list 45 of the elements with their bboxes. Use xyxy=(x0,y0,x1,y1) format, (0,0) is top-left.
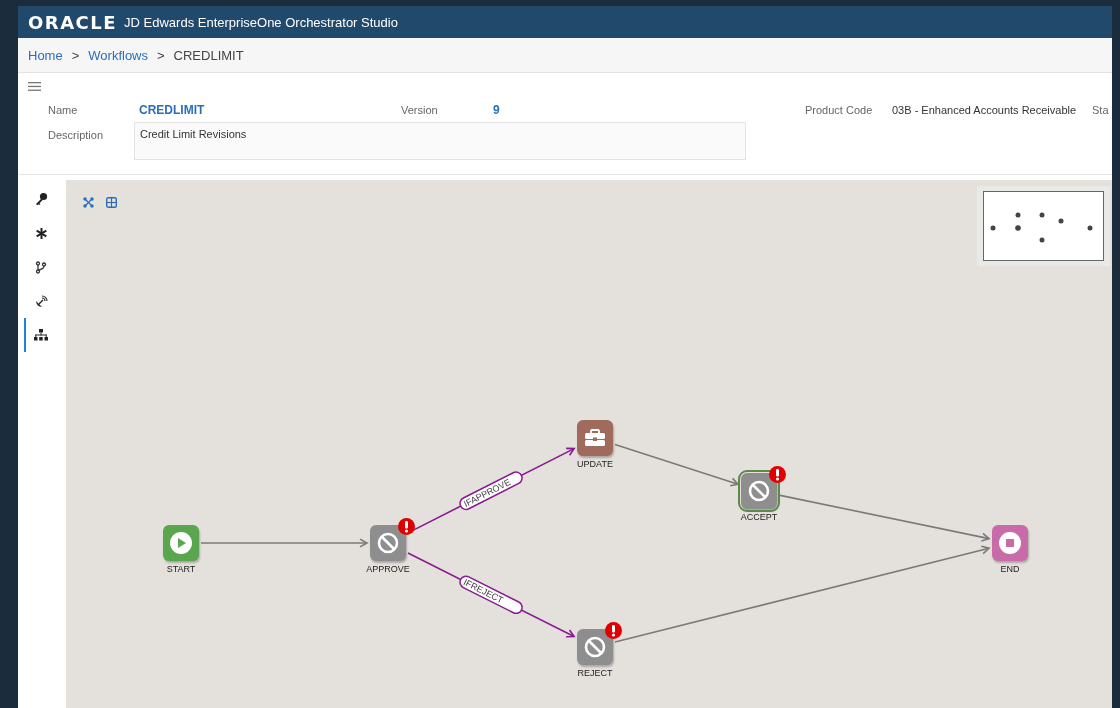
field-label: Product Code xyxy=(805,104,874,116)
breadcrumb-link[interactable]: Workflows xyxy=(88,47,148,63)
key-icon xyxy=(34,192,48,206)
name-value: CREDLIMIT xyxy=(139,103,206,117)
stop-icon xyxy=(999,532,1021,554)
node-label: START xyxy=(165,564,197,574)
field-label: Sta xyxy=(1092,104,1109,116)
hierarchy-icon xyxy=(34,329,48,341)
breadcrumb-link[interactable]: Home xyxy=(28,47,63,63)
node-label: REJECT xyxy=(576,668,614,678)
workflow-node[interactable] xyxy=(577,420,613,456)
asterisk-icon xyxy=(34,226,48,240)
grid-icon[interactable] xyxy=(106,197,117,208)
field-label: Name xyxy=(48,104,79,116)
breadcrumb-current: CREDLIMIT xyxy=(173,47,244,63)
node-label: UPDATE xyxy=(576,459,614,469)
oracle-logo: ORACLE xyxy=(28,11,118,33)
branch-icon xyxy=(35,260,47,274)
workflow-node[interactable] xyxy=(741,473,777,509)
fit-to-screen-icon[interactable] xyxy=(83,197,94,208)
prohibited-icon xyxy=(377,532,399,554)
satellite-dish-icon xyxy=(34,294,48,308)
connector-arrow[interactable] xyxy=(614,443,740,487)
version-value: 9 xyxy=(493,103,501,117)
menu-icon[interactable] xyxy=(28,82,41,91)
briefcase-icon xyxy=(584,429,606,447)
workflow-node[interactable] xyxy=(163,525,199,561)
play-icon xyxy=(170,532,192,554)
node-label: END xyxy=(999,564,1021,574)
breadcrumb-separator: > xyxy=(71,47,80,63)
breadcrumb-separator: > xyxy=(157,47,165,63)
field-label: Version xyxy=(401,104,439,116)
node-label: ACCEPT xyxy=(739,512,779,522)
workflow-node[interactable] xyxy=(992,525,1028,561)
field-label: Description xyxy=(48,128,105,141)
prohibited-icon xyxy=(748,480,770,502)
workflow-node[interactable] xyxy=(577,629,613,665)
connector-arrow[interactable] xyxy=(200,538,369,548)
prohibited-icon xyxy=(584,636,606,658)
minimap-drawing[interactable] xyxy=(983,191,1104,261)
connector-arrow[interactable] xyxy=(778,494,991,542)
workflow-node[interactable] xyxy=(370,525,406,561)
product-code-value: 03B - Enhanced Accounts Receivable xyxy=(892,104,1078,116)
app-title: JD Edwards EnterpriseOne Orchestrator Studio xyxy=(124,14,398,30)
description-field[interactable]: Credit Limit Revisions xyxy=(134,122,746,160)
